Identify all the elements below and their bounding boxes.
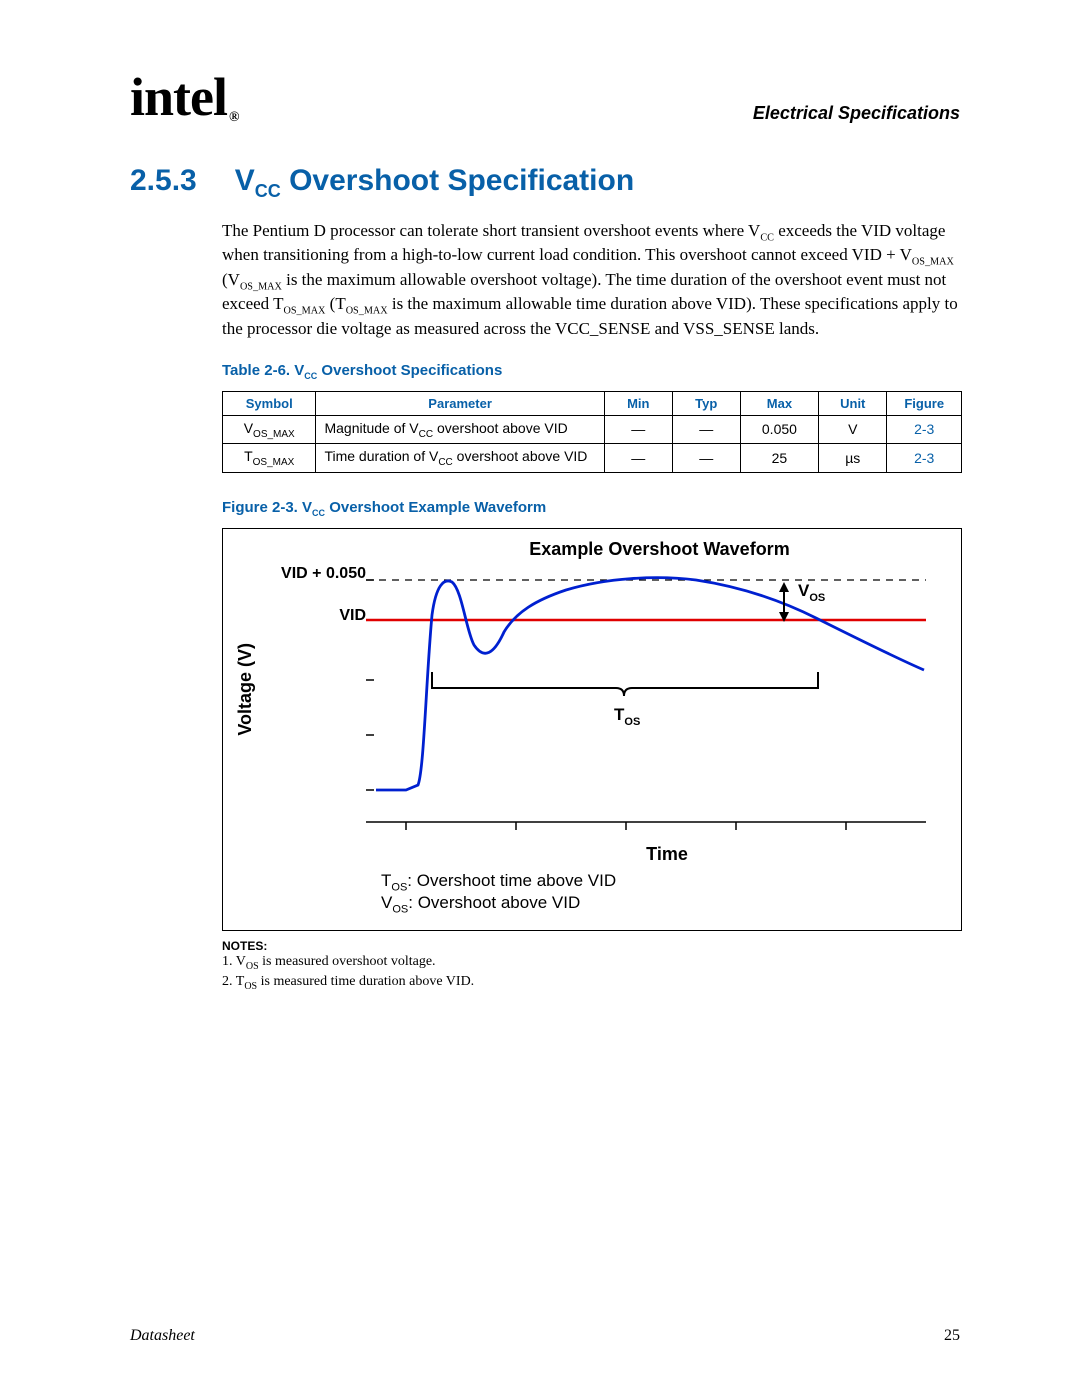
- vos-annotation: VOS: [779, 581, 825, 622]
- section-number: 2.5.3: [130, 164, 197, 202]
- section-heading: 2.5.3 VCC Overshoot Specification: [130, 164, 960, 202]
- chart-title: Example Overshoot Waveform: [366, 539, 953, 560]
- intel-logo: intel®: [130, 70, 236, 124]
- th-min: Min: [604, 391, 672, 415]
- cell-unit: V: [819, 415, 887, 444]
- th-figure: Figure: [887, 391, 962, 415]
- overshoot-spec-table: Symbol Parameter Min Typ Max Unit Figure…: [222, 391, 962, 474]
- svg-text:TOS: TOS: [614, 705, 640, 728]
- ytick-vid-plus: VID + 0.050: [256, 565, 366, 607]
- table-row: VOS_MAX Magnitude of VCC overshoot above…: [223, 415, 962, 444]
- section-title: VCC Overshoot Specification: [235, 164, 634, 202]
- cell-typ: —: [672, 415, 740, 444]
- waveform-plot: VOS TOS: [366, 560, 926, 840]
- cell-typ: —: [672, 444, 740, 473]
- body-paragraph: The Pentium D processor can tolerate sho…: [222, 220, 960, 340]
- page-number: 25: [944, 1327, 960, 1345]
- table-row: TOS_MAX Time duration of VCC overshoot a…: [223, 444, 962, 473]
- note-item: 1. VOS is measured overshoot voltage.: [222, 953, 960, 973]
- cell-symbol: TOS_MAX: [223, 444, 316, 473]
- cell-max: 25: [740, 444, 818, 473]
- th-parameter: Parameter: [316, 391, 604, 415]
- x-axis-label: Time: [381, 844, 953, 865]
- notes-heading: NOTES:: [222, 939, 960, 953]
- figure-caption: Figure 2-3. VCC Overshoot Example Wavefo…: [222, 499, 960, 518]
- y-axis-label: Voltage (V): [231, 643, 256, 736]
- th-max: Max: [740, 391, 818, 415]
- th-typ: Typ: [672, 391, 740, 415]
- cell-unit: µs: [819, 444, 887, 473]
- footer-left: Datasheet: [130, 1327, 195, 1345]
- cell-parameter: Magnitude of VCC overshoot above VID: [316, 415, 604, 444]
- table-header-row: Symbol Parameter Min Typ Max Unit Figure: [223, 391, 962, 415]
- note-item: 2. TOS is measured time duration above V…: [222, 973, 960, 993]
- cell-parameter: Time duration of VCC overshoot above VID: [316, 444, 604, 473]
- th-unit: Unit: [819, 391, 887, 415]
- figure-waveform: Voltage (V) VID + 0.050 VID Example Over…: [222, 528, 962, 931]
- cell-symbol: VOS_MAX: [223, 415, 316, 444]
- table-caption: Table 2-6. VCC Overshoot Specifications: [222, 362, 960, 381]
- ytick-vid: VID: [256, 607, 366, 637]
- cell-figure-link[interactable]: 2-3: [887, 415, 962, 444]
- th-symbol: Symbol: [223, 391, 316, 415]
- svg-text:VOS: VOS: [798, 581, 825, 604]
- vcc-waveform: [376, 578, 924, 790]
- figure-legend: TOS: Overshoot time above VID VOS: Overs…: [381, 871, 953, 916]
- cell-min: —: [604, 444, 672, 473]
- header-section-title: Electrical Specifications: [753, 103, 960, 124]
- cell-min: —: [604, 415, 672, 444]
- notes-list: 1. VOS is measured overshoot voltage. 2.…: [222, 953, 960, 994]
- cell-figure-link[interactable]: 2-3: [887, 444, 962, 473]
- cell-max: 0.050: [740, 415, 818, 444]
- tos-annotation: TOS: [432, 672, 818, 728]
